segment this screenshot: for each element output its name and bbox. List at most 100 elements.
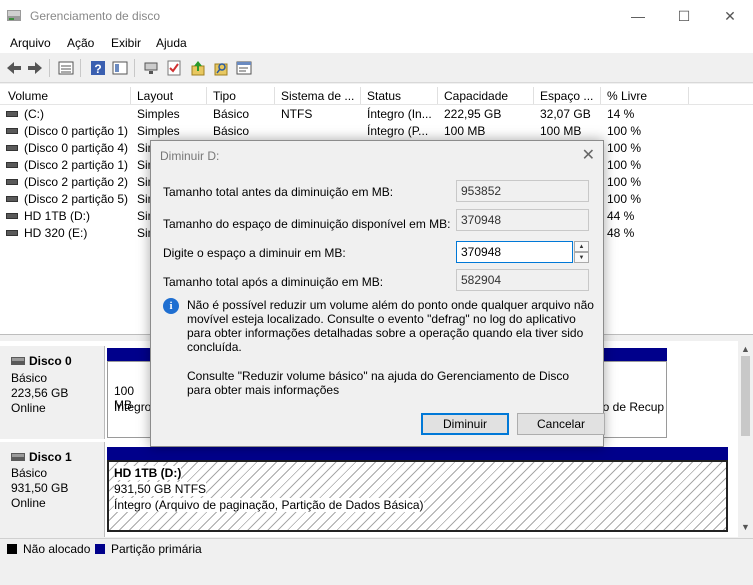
disk-icon [11,357,25,365]
toolbar-separator [134,59,135,77]
unallocated-swatch [7,544,17,554]
disk-0-partition-1[interactable]: 100 MB Íntegro [107,361,153,438]
volume-livre: 44 % [607,209,635,223]
volume-layout: Simples [137,124,180,138]
spin-down-icon[interactable]: ▼ [574,252,589,263]
volume-sistema: NTFS [281,107,313,121]
disk-0-label[interactable]: Disco 0 Básico 223,56 GB Online [0,346,105,439]
search-icon[interactable] [211,58,231,78]
volume-row[interactable]: (C:) Simples Básico NTFS Íntegro (In... … [0,106,753,123]
column-header-capacidade[interactable]: Capacidade [444,89,508,103]
primary-swatch [95,544,105,554]
total-after-label: Tamanho total após a diminuição em MB: [163,275,384,289]
disk-name: Disco 0 [29,354,72,368]
disk-0-partition-recovery[interactable]: io de Recup [595,361,667,438]
shrink-dialog: Diminuir D: ✕ Tamanho total antes da dim… [150,140,605,447]
column-header-livre[interactable]: % Livre [607,89,647,103]
column-header-layout[interactable]: Layout [137,89,173,103]
drive-icon [6,230,18,236]
spin-up-icon[interactable]: ▲ [574,241,589,252]
toolbar-separator [80,59,81,77]
console-icon[interactable] [234,58,254,78]
checklist-icon[interactable] [164,58,184,78]
forward-icon[interactable] [25,58,45,78]
disk-1-label[interactable]: Disco 1 Básico 931,50 GB Online [0,442,105,537]
column-divider[interactable] [130,87,131,104]
dialog-title: Diminuir D: [160,149,220,163]
volume-name: (C:) [24,107,44,121]
cancel-button[interactable]: Cancelar [517,413,605,435]
column-divider[interactable] [206,87,207,104]
info-icon: i [163,298,179,314]
shrink-amount-input[interactable]: 370948 [456,241,573,263]
volume-name: HD 1TB (D:) [24,209,90,223]
disk-type: Básico [11,466,48,480]
volume-status: Íntegro (In... [367,107,432,121]
volume-name: (Disco 2 partição 1) [24,158,129,172]
volume-status: Íntegro (P... [367,124,429,138]
volume-livre: 100 % [607,124,642,138]
volume-row[interactable]: (Disco 0 partição 1) Simples Básico Ínte… [0,123,753,140]
volume-livre: 14 % [607,107,635,121]
maximize-button[interactable]: ☐ [661,0,707,32]
volume-name: (Disco 0 partição 4) [24,141,129,155]
menu-acao[interactable]: Ação [67,36,94,50]
properties-icon[interactable] [110,58,130,78]
volume-livre: 100 % [607,192,642,206]
scroll-up-icon[interactable]: ▲ [741,344,750,354]
drive-icon [6,162,18,168]
column-divider[interactable] [533,87,534,104]
list-view-icon[interactable] [56,58,76,78]
shrink-button[interactable]: Diminuir [421,413,509,435]
disk-size: 223,56 GB [11,386,69,400]
connect-icon[interactable] [141,58,161,78]
column-header-espaco[interactable]: Espaço ... [540,89,593,103]
scrollbar-thumb[interactable] [741,356,750,436]
column-header-status[interactable]: Status [367,89,401,103]
disk-state: Online [11,401,46,415]
menu-arquivo[interactable]: Arquivo [10,36,51,50]
column-divider[interactable] [360,87,361,104]
up-icon[interactable] [188,58,208,78]
disk-management-icon [7,10,21,21]
volume-tipo: Básico [213,107,250,121]
disk-1-partition-bar [107,447,728,460]
disk-type: Básico [11,371,48,385]
volume-capacidade: 100 MB [444,124,486,138]
menu-bar: Arquivo Ação Exibir Ajuda [0,32,753,53]
volume-livre: 100 % [607,158,642,172]
close-button[interactable]: ✕ [707,0,753,32]
vertical-scrollbar[interactable]: ▲ ▼ [738,341,753,537]
minimize-button[interactable]: — [615,0,661,32]
disk-1-partition-d[interactable]: HD 1TB (D:) 931,50 GB NTFS Íntegro (Arqu… [107,460,728,532]
column-divider[interactable] [600,87,601,104]
disk-name: Disco 1 [29,450,72,464]
toolbar-separator [49,59,50,77]
partition-size: 931,50 GB NTFS [114,482,207,496]
column-header-volume[interactable]: Volume [8,89,48,103]
svg-text:?: ? [94,62,101,76]
column-divider[interactable] [274,87,275,104]
scroll-down-icon[interactable]: ▼ [741,522,750,532]
toolbar: ? [0,54,753,83]
menu-ajuda[interactable]: Ajuda [156,36,187,50]
partition-status: Íntegro [114,400,152,414]
menu-exibir[interactable]: Exibir [111,36,141,50]
legend-bar: Não alocado Partição primária [0,538,753,559]
volume-name: (Disco 0 partição 1) [24,124,129,138]
disk-management-window: Gerenciamento de disco — ☐ ✕ Arquivo Açã… [0,0,753,585]
drive-icon [6,213,18,219]
column-divider[interactable] [688,87,689,104]
column-divider[interactable] [437,87,438,104]
legend-unallocated: Não alocado [23,542,91,556]
column-header-sistema[interactable]: Sistema de ... [281,89,354,103]
dialog-close-icon[interactable]: ✕ [582,145,595,165]
available-space-value: 370948 [456,209,589,231]
shrink-amount-spinner[interactable]: ▲ ▼ [574,241,589,263]
legend-primary: Partição primária [111,542,202,556]
drive-icon [6,196,18,202]
help-icon[interactable]: ? [88,58,108,78]
column-header-tipo[interactable]: Tipo [213,89,236,103]
back-icon[interactable] [4,58,24,78]
drive-icon [6,179,18,185]
